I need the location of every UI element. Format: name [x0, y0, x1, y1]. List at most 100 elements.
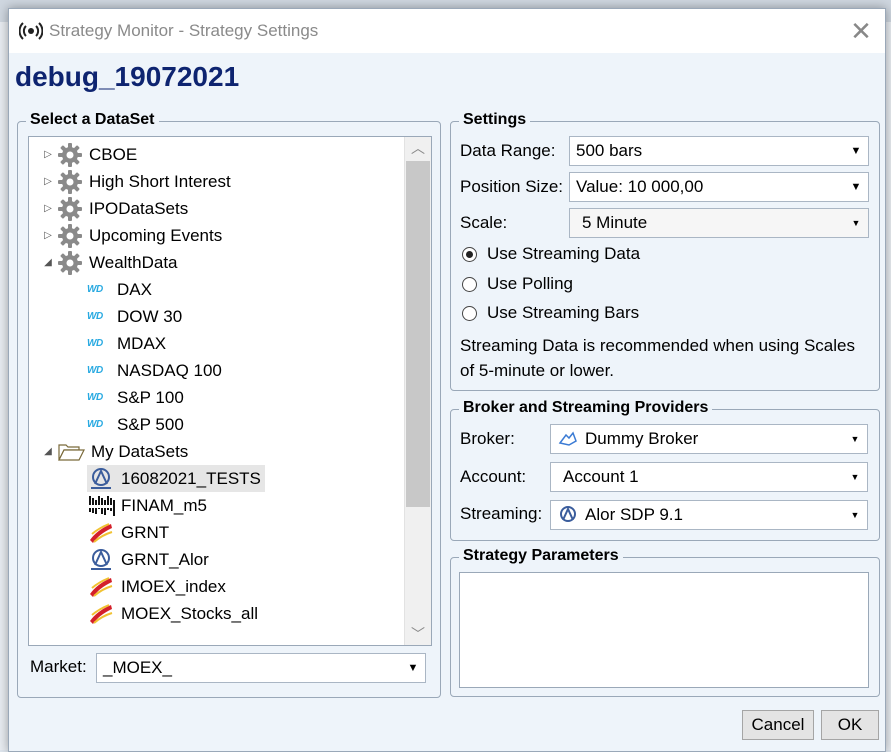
chevron-down-icon: ▼: [850, 472, 860, 482]
tree-item[interactable]: GRNT_Alor: [87, 546, 209, 573]
parameters-group-title: Strategy Parameters: [459, 547, 623, 565]
streaming-label: Streaming:: [460, 504, 543, 523]
chevron-expanded-icon[interactable]: ◢: [39, 446, 57, 457]
position-size-value: Value: 10 000,00: [576, 177, 704, 196]
tree-item[interactable]: FINAM_m5: [87, 492, 207, 519]
gear-icon: [58, 142, 82, 167]
wealthdata-icon: WD: [87, 311, 103, 322]
account-value: Account 1: [563, 467, 639, 486]
cancel-button[interactable]: Cancel: [742, 710, 814, 740]
tree-item-label: S&P 500: [117, 414, 184, 434]
chevron-expanded-icon[interactable]: ◢: [39, 257, 57, 268]
window-title: Strategy Monitor - Strategy Settings: [49, 21, 319, 40]
title-bar: Strategy Monitor - Strategy Settings ✕: [9, 9, 885, 53]
radio-label: Use Polling: [487, 274, 573, 293]
tree-item-label: IMOEX_index: [121, 576, 226, 596]
tree-item-label: GRNT_Alor: [121, 549, 209, 569]
note-line-2: of 5-minute or lower.: [460, 361, 615, 380]
wealthdata-icon: WD: [87, 338, 103, 349]
dataset-group-title: Select a DataSet: [26, 111, 159, 129]
wealthdata-icon: WD: [87, 392, 103, 403]
wealthdata-icon: WD: [87, 365, 103, 376]
radio-polling[interactable]: Use Polling: [462, 274, 573, 294]
broadcast-icon: [19, 22, 43, 40]
chevron-right-icon[interactable]: ▷: [39, 149, 57, 160]
dataset-tree[interactable]: MOEX_Stocks_all IMOEX_index GRNT_Alor GRNT F…: [28, 136, 432, 646]
tree-item[interactable]: ▷ CBOE: [39, 141, 137, 168]
position-size-select[interactable]: Value: 10 000,00 ▼: [569, 172, 869, 202]
tree-item[interactable]: WD MDAX: [87, 330, 166, 357]
radio-label: Use Streaming Data: [487, 244, 641, 263]
tree-item[interactable]: WD NASDAQ 100: [87, 357, 222, 384]
alor-icon: [91, 548, 111, 570]
wealthdata-icon: WD: [87, 284, 103, 295]
tree-item[interactable]: ▷ IPODataSets: [39, 195, 188, 222]
strategy-settings-dialog: Strategy Monitor - Strategy Settings ✕ d…: [8, 8, 886, 752]
tree-item-label: MDAX: [117, 333, 167, 353]
position-size-label: Position Size:: [460, 177, 563, 196]
tree-item-label: DAX: [117, 279, 152, 299]
tree-item[interactable]: ▷ Upcoming Events: [39, 222, 222, 249]
ok-button[interactable]: OK: [821, 710, 879, 740]
tree-item-label: FINAM_m5: [121, 495, 207, 515]
tree-item-label: CBOE: [89, 144, 138, 164]
radio-circle[interactable]: [462, 305, 477, 321]
note-line-1: Streaming Data is recommended when using…: [460, 336, 855, 355]
scroll-thumb[interactable]: [406, 161, 430, 507]
tree-item[interactable]: MOEX_Stocks_all: [87, 600, 258, 627]
tree-item[interactable]: WD S&P 100: [87, 384, 184, 411]
gear-icon: [58, 223, 82, 248]
data-range-value: 500 bars: [576, 141, 643, 160]
tree-scrollbar[interactable]: ︿ ﹀: [404, 137, 431, 645]
tree-item[interactable]: ▷ High Short Interest: [39, 168, 231, 195]
tree-item[interactable]: ◢ My DataSets: [39, 438, 188, 465]
settings-group: Settings Data Range: 500 bars ▼ Position…: [450, 111, 880, 391]
scroll-up-icon[interactable]: ︿: [405, 137, 431, 159]
broker-hand-icon: [558, 431, 577, 446]
streaming-note: Streaming Data is recommended when using…: [460, 333, 875, 383]
data-range-select[interactable]: 500 bars ▼: [569, 136, 869, 166]
streaming-select[interactable]: Alor SDP 9.1 ▼: [550, 500, 868, 530]
chevron-down-icon: ▼: [407, 662, 419, 674]
tree-item[interactable]: GRNT: [87, 519, 169, 546]
radio-circle[interactable]: [462, 276, 477, 292]
finam-icon: [89, 495, 115, 516]
folder-open-icon: [58, 443, 85, 461]
broker-value: Dummy Broker: [585, 429, 699, 448]
tree-item-label: My DataSets: [91, 441, 189, 461]
tree-item-label: S&P 100: [117, 387, 184, 407]
tree-item-label: IPODataSets: [89, 198, 189, 218]
alor-icon: [560, 506, 576, 522]
tree-item[interactable]: WD DOW 30: [87, 303, 182, 330]
tree-item-label: GRNT: [121, 522, 170, 542]
radio-streaming-data[interactable]: Use Streaming Data: [462, 244, 640, 264]
tree-item[interactable]: ◢ WealthData: [39, 249, 178, 276]
tree-item[interactable]: IMOEX_index: [87, 573, 226, 600]
broker-label: Broker:: [460, 429, 515, 448]
radio-streaming-bars[interactable]: Use Streaming Bars: [462, 303, 639, 323]
chevron-down-icon: ▼: [850, 510, 860, 520]
account-select[interactable]: Account 1 ▼: [550, 462, 868, 492]
market-value: _MOEX_: [103, 658, 172, 677]
moex-icon: [90, 603, 113, 624]
tree-item[interactable]: WD DAX: [87, 276, 152, 303]
tree-item-label: MOEX_Stocks_all: [121, 603, 258, 623]
tree-item[interactable]: WD S&P 500: [87, 411, 184, 438]
scroll-down-icon[interactable]: ﹀: [405, 623, 431, 645]
market-select[interactable]: _MOEX_ ▼: [96, 653, 426, 683]
tree-item-label: Upcoming Events: [89, 225, 223, 245]
parameters-box[interactable]: [459, 572, 869, 688]
chevron-down-icon: ▼: [851, 218, 861, 228]
market-label: Market:: [30, 657, 87, 676]
chevron-right-icon[interactable]: ▷: [39, 203, 57, 214]
scale-select[interactable]: 5 Minute ▼: [569, 208, 869, 238]
chevron-right-icon[interactable]: ▷: [39, 230, 57, 241]
broker-select[interactable]: Dummy Broker ▼: [550, 424, 868, 454]
chevron-down-icon: ▼: [850, 434, 860, 444]
close-icon[interactable]: ✕: [847, 17, 875, 45]
tree-item[interactable]: 16082021_TESTS: [87, 465, 265, 492]
moex-icon: [90, 576, 113, 597]
radio-circle[interactable]: [462, 246, 477, 262]
chevron-right-icon[interactable]: ▷: [39, 176, 57, 187]
moex-icon: [90, 522, 113, 543]
